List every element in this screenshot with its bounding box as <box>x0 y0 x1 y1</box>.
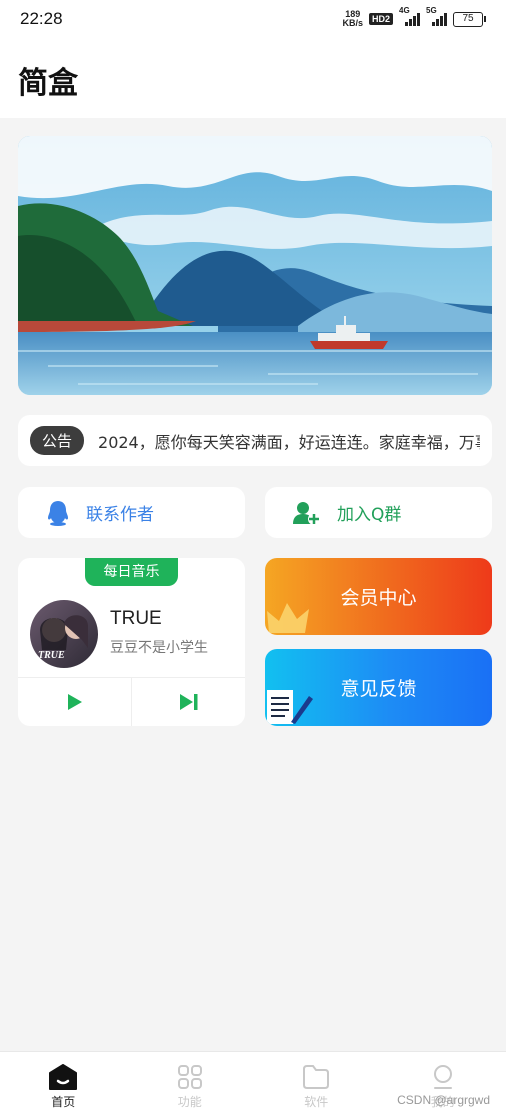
app-header: 简盒 <box>0 38 506 118</box>
vip-center-label: 会员中心 <box>340 587 417 609</box>
join-qq-group-button[interactable]: 加入Q群 <box>265 487 492 538</box>
battery-icon: 75 <box>453 11 486 27</box>
signal-4g-icon: 4G <box>399 6 420 26</box>
hd-voice-icon: HD2 <box>368 13 393 25</box>
add-group-icon <box>293 501 320 525</box>
home-icon <box>49 1064 78 1090</box>
vip-center-card[interactable]: 会员中心 <box>265 558 492 635</box>
contact-author-label: 联系作者 <box>86 505 154 525</box>
qq-penguin-icon <box>48 500 68 526</box>
tab-profile[interactable]: 我的 <box>380 1052 506 1117</box>
daily-music-tag: 每日音乐 <box>85 558 178 586</box>
svg-text:TRUE: TRUE <box>38 650 65 661</box>
song-artist: 豆豆不是小学生 <box>110 640 208 656</box>
bottom-tab-bar: 首页 功能 软件 我的 <box>0 1051 506 1117</box>
announcement-badge: 公告 <box>30 426 85 455</box>
play-icon <box>67 694 82 710</box>
page-title: 简盒 <box>18 66 78 101</box>
signal-5g-icon: 5G <box>426 6 447 26</box>
daily-music-card[interactable]: 每日音乐 TRUE TRUE 豆豆不是小学生 <box>18 558 245 726</box>
status-time: 22:28 <box>20 9 63 28</box>
tab-home-label: 首页 <box>51 1095 76 1109</box>
album-cover[interactable]: TRUE <box>30 600 98 668</box>
contact-author-button[interactable]: 联系作者 <box>18 487 245 538</box>
feedback-card[interactable]: 意见反馈 <box>265 649 492 726</box>
play-button[interactable] <box>18 678 131 726</box>
join-qq-group-label: 加入Q群 <box>337 505 402 525</box>
tab-software[interactable]: 软件 <box>253 1052 380 1117</box>
network-speed: 189 KB/s <box>342 9 363 28</box>
song-title: TRUE <box>110 608 162 629</box>
grid-icon <box>177 1065 202 1089</box>
status-icons: 189 KB/s HD2 4G 5G 75 <box>342 6 486 28</box>
announcement-bar[interactable]: 公告 2024，愿你每天笑容满面，好运连连。家庭幸福，万事如意 <box>18 415 492 466</box>
folder-icon <box>303 1065 330 1089</box>
crown-icon <box>267 603 309 633</box>
tab-home[interactable]: 首页 <box>0 1052 127 1117</box>
tab-software-label: 软件 <box>304 1095 329 1109</box>
tab-functions-label: 功能 <box>177 1095 202 1109</box>
landscape-illustration <box>18 136 492 395</box>
tab-functions[interactable]: 功能 <box>127 1052 254 1117</box>
feedback-label: 意见反馈 <box>340 678 417 700</box>
skip-next-icon <box>179 694 197 710</box>
status-bar: 22:28 189 KB/s HD2 4G 5G 75 <box>0 0 506 38</box>
user-icon <box>433 1065 452 1089</box>
watermark: CSDN @argrgwd <box>397 1093 490 1107</box>
note-pen-icon <box>267 690 313 724</box>
announcement-text: 2024，愿你每天笑容满面，好运连连。家庭幸福，万事如意 <box>98 432 480 452</box>
next-track-button[interactable] <box>131 678 245 726</box>
music-controls <box>18 677 245 726</box>
banner-image[interactable] <box>18 136 492 395</box>
